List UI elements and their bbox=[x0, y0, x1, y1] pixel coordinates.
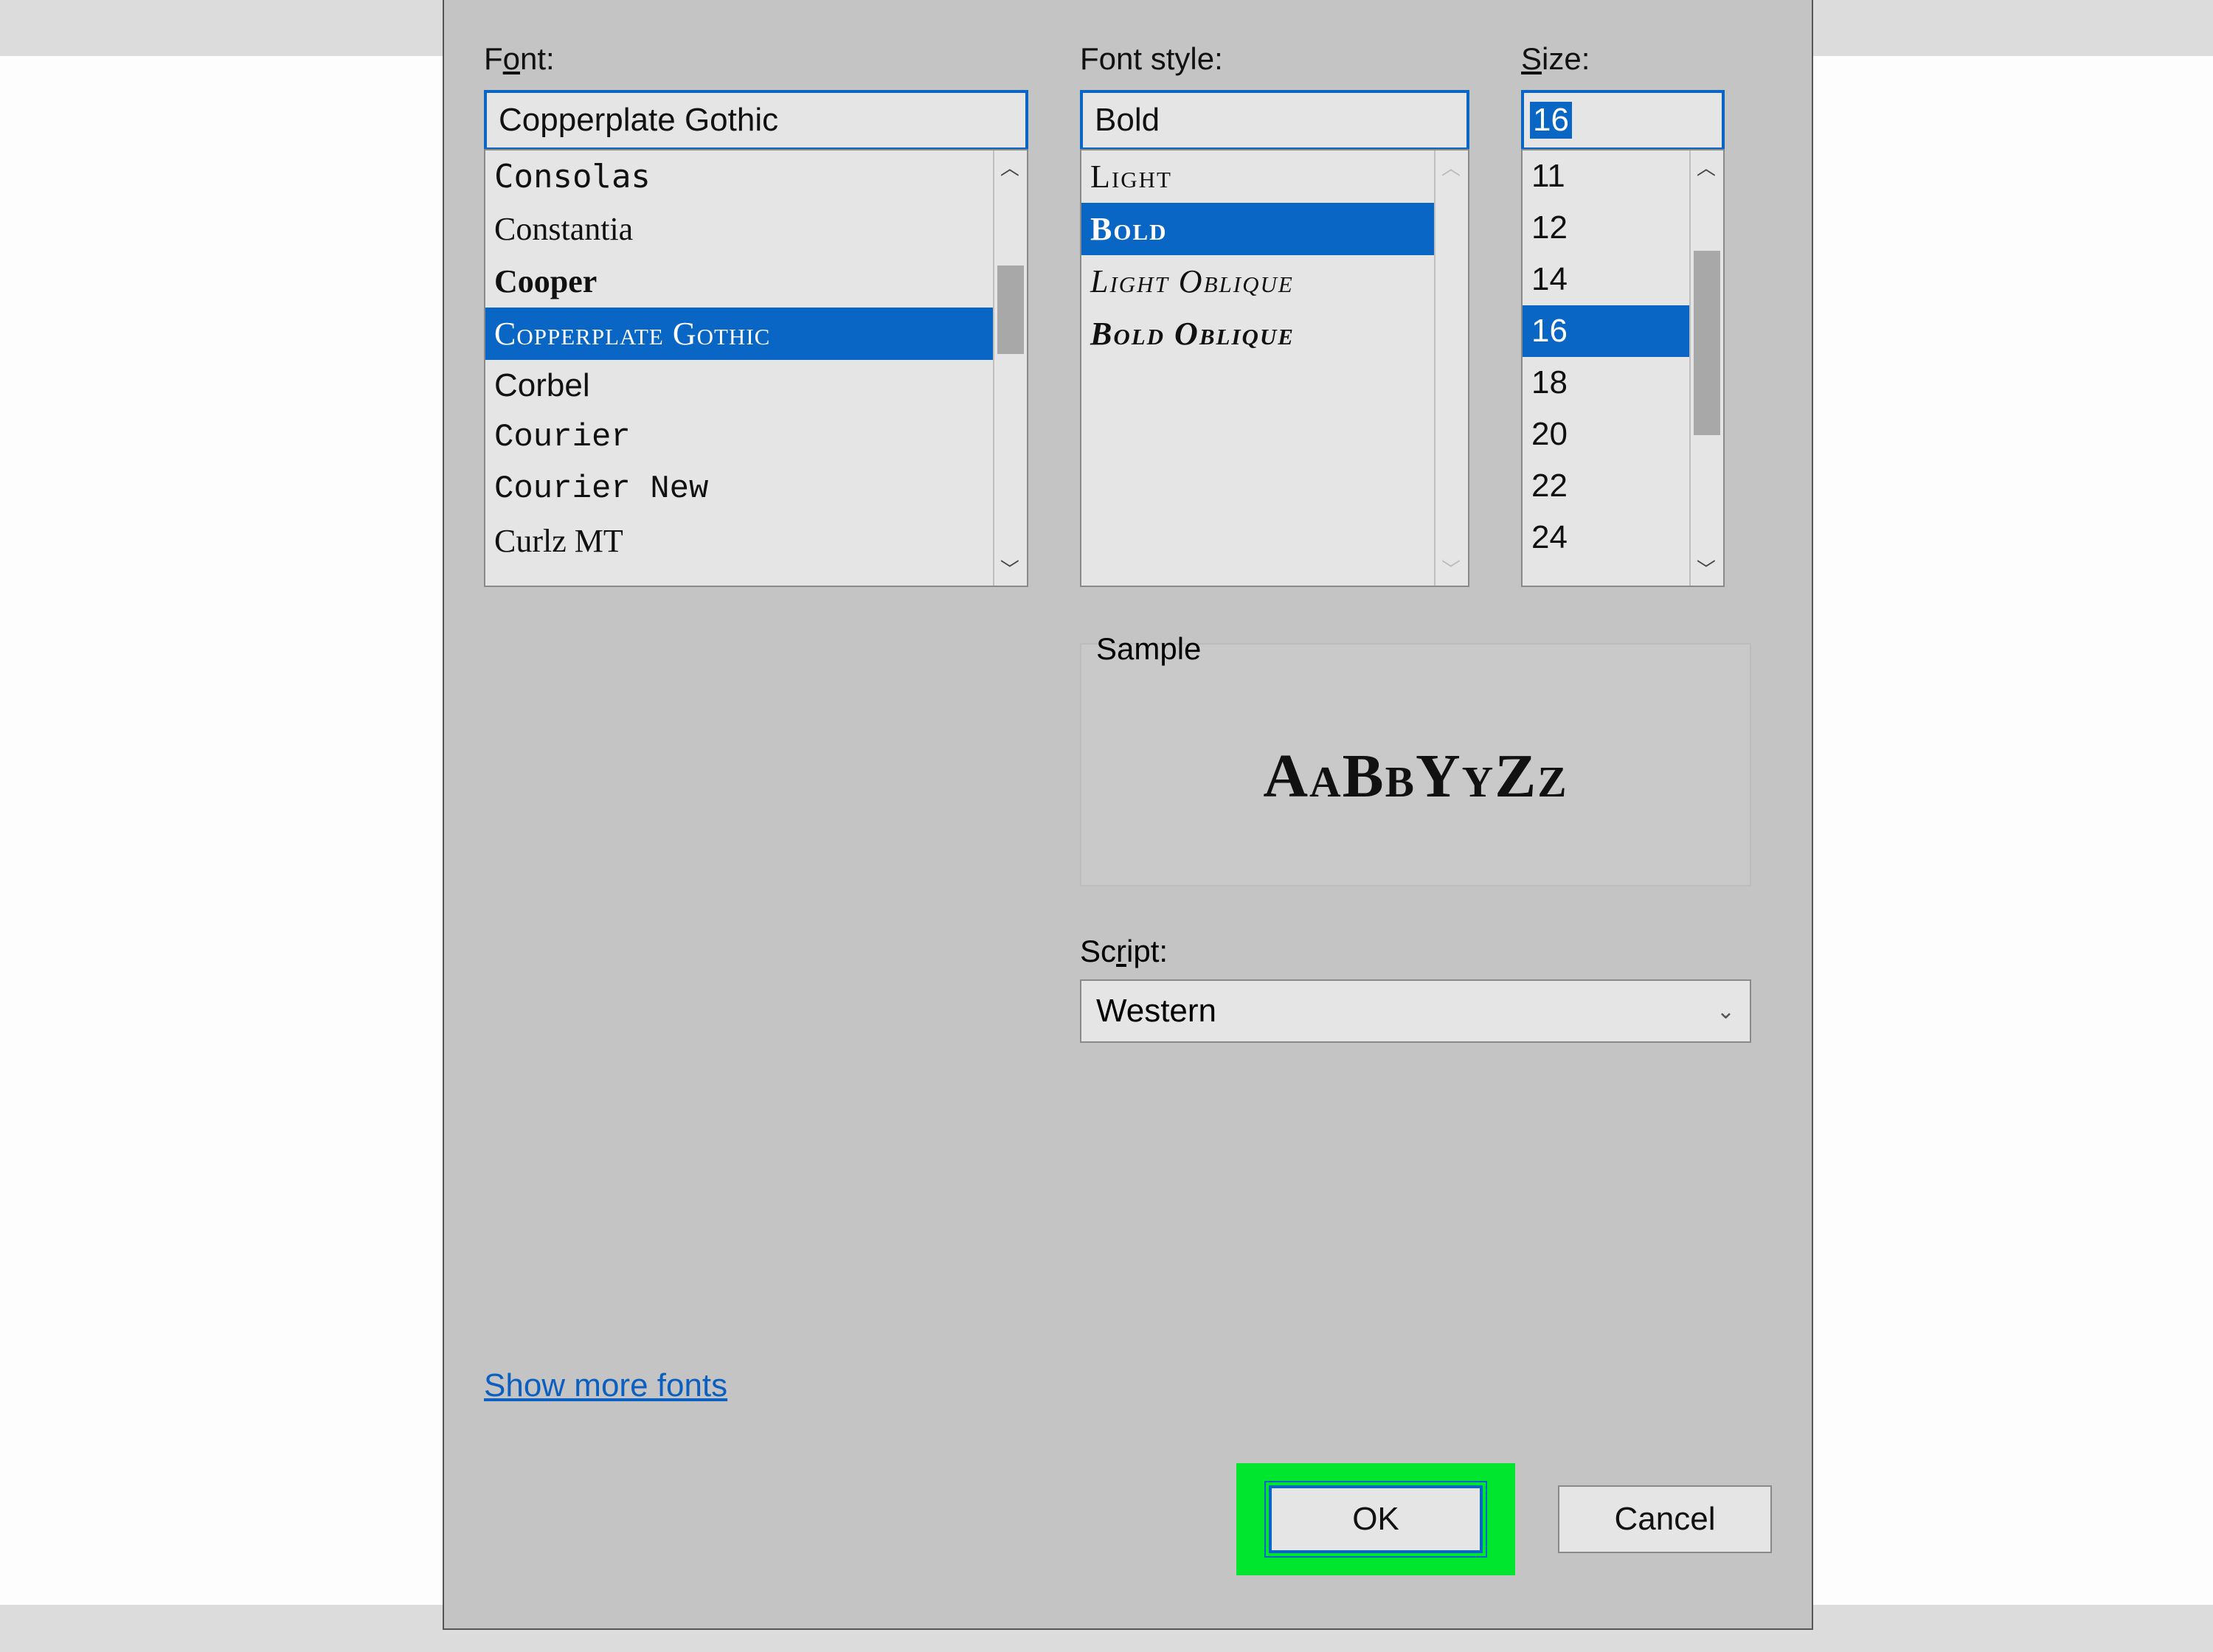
scrollbar-thumb[interactable] bbox=[997, 266, 1024, 354]
font-list-item[interactable]: Curlz MT bbox=[485, 515, 993, 567]
size-list-item[interactable]: 11 bbox=[1523, 150, 1689, 202]
font-dialog: Font: ConsolasConstantiaCooperCopperplat… bbox=[443, 0, 1813, 1630]
font-list-item[interactable]: Cooper bbox=[485, 255, 993, 308]
font-label: Font: bbox=[484, 41, 1028, 77]
scrollbar-thumb[interactable] bbox=[1694, 251, 1720, 435]
scroll-up-icon[interactable]: 〈 bbox=[1435, 151, 1469, 184]
size-listbox[interactable]: 1112141618202224 〈 〉 bbox=[1521, 149, 1725, 587]
size-scrollbar[interactable]: 〈 〉 bbox=[1689, 150, 1723, 586]
font-style-listbox[interactable]: LightBoldLight ObliqueBold Oblique 〈 〉 bbox=[1080, 149, 1469, 587]
scroll-down-icon[interactable]: 〉 bbox=[1435, 552, 1469, 585]
font-style-input[interactable] bbox=[1080, 90, 1469, 150]
font-list-item[interactable]: Courier bbox=[485, 412, 993, 463]
sample-text: AaBbYyZz bbox=[1263, 740, 1568, 812]
script-value: Western bbox=[1096, 993, 1216, 1030]
size-list-item[interactable]: 14 bbox=[1523, 254, 1689, 305]
size-list-item[interactable]: 18 bbox=[1523, 357, 1689, 409]
font-scrollbar[interactable]: 〈 〉 bbox=[993, 150, 1027, 586]
size-list-item[interactable]: 24 bbox=[1523, 512, 1689, 563]
scroll-up-icon[interactable]: 〈 bbox=[1690, 151, 1724, 184]
scroll-up-icon[interactable]: 〈 bbox=[994, 151, 1028, 184]
size-list-item[interactable]: 22 bbox=[1523, 460, 1689, 512]
sample-box: AaBbYyZz bbox=[1080, 643, 1751, 886]
style-list-item[interactable]: Bold Oblique bbox=[1081, 308, 1434, 360]
font-listbox[interactable]: ConsolasConstantiaCooperCopperplate Goth… bbox=[484, 149, 1028, 587]
style-scrollbar[interactable]: 〈 〉 bbox=[1434, 150, 1468, 586]
style-list-item[interactable]: Bold bbox=[1081, 203, 1434, 255]
show-more-fonts-link[interactable]: Show more fonts bbox=[484, 1367, 727, 1404]
style-list-item[interactable]: Light bbox=[1081, 150, 1434, 203]
font-style-label: Font style: bbox=[1080, 41, 1469, 77]
size-input[interactable]: 16 bbox=[1521, 90, 1725, 150]
font-input-field[interactable] bbox=[499, 102, 1014, 139]
font-list-item[interactable]: Copperplate Gothic bbox=[485, 308, 993, 360]
size-list-item[interactable]: 16 bbox=[1523, 305, 1689, 357]
font-list-item[interactable]: Courier New bbox=[485, 463, 993, 515]
font-list-item[interactable]: Corbel bbox=[485, 360, 993, 412]
font-list-item[interactable]: Constantia bbox=[485, 203, 993, 255]
size-input-value[interactable]: 16 bbox=[1530, 102, 1572, 139]
script-combobox[interactable]: Western ⌄ bbox=[1080, 979, 1751, 1043]
style-list-item[interactable]: Light Oblique bbox=[1081, 255, 1434, 308]
script-label: Script: bbox=[1080, 934, 1751, 969]
scroll-down-icon[interactable]: 〉 bbox=[994, 552, 1028, 585]
scroll-down-icon[interactable]: 〉 bbox=[1690, 552, 1724, 585]
ok-button[interactable]: OK bbox=[1269, 1485, 1483, 1553]
font-list-item[interactable]: Consolas bbox=[485, 150, 993, 203]
font-style-input-field[interactable] bbox=[1095, 102, 1455, 139]
size-list-item[interactable]: 12 bbox=[1523, 202, 1689, 254]
font-input[interactable] bbox=[484, 90, 1028, 150]
size-list-item[interactable]: 20 bbox=[1523, 409, 1689, 460]
ok-highlight: OK bbox=[1236, 1463, 1515, 1575]
chevron-down-icon: ⌄ bbox=[1717, 999, 1735, 1024]
cancel-button[interactable]: Cancel bbox=[1558, 1485, 1772, 1553]
size-label: Size: bbox=[1521, 41, 1725, 77]
